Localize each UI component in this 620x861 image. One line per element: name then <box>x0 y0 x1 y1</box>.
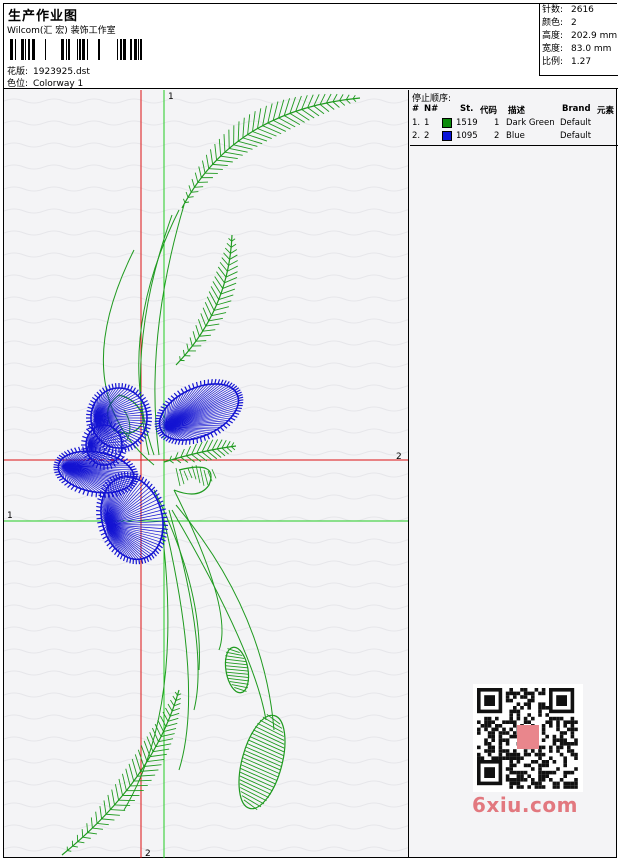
guide-label-h1: 1 <box>7 511 13 521</box>
qr-code <box>473 684 583 792</box>
col-stitches: St. <box>460 104 474 114</box>
col-element: 元素 <box>597 106 615 116</box>
col-brand: Brand <box>562 104 591 114</box>
guide-label-v2: 2 <box>145 849 151 858</box>
embroidery-design-view[interactable]: 1 1 2 2 <box>4 90 409 858</box>
sheet-header: 生产作业图 Wilcom(汇 宏) 装饰工作室 花版: 1923925.dst 色… <box>4 4 618 89</box>
colorway-name: Colorway 1 <box>33 79 84 89</box>
watermark-logo: 6xiu.com <box>472 793 578 817</box>
stop-row[interactable]: 2. 2 1095 2 Blue Default <box>410 131 618 144</box>
production-sheet: 生产作业图 Wilcom(汇 宏) 装饰工作室 花版: 1923925.dst 色… <box>3 3 618 858</box>
col-description: 描述 <box>508 106 526 116</box>
stat-width: 宽度: 83.0 mm <box>542 44 612 54</box>
guide-label-v1: 1 <box>168 92 174 102</box>
stat-colors: 颜色: 2 <box>542 18 577 28</box>
guide-label-h2: 2 <box>396 452 402 462</box>
design-stats: 针数: 2616 颜色: 2 高度: 202.9 mm 宽度: 83.0 mm 比例: 1… <box>539 4 618 76</box>
company-name: Wilcom(汇 宏) 装饰工作室 <box>7 26 116 36</box>
thread-color-swatch <box>442 131 452 141</box>
table-divider <box>410 145 618 146</box>
stop-sequence-title: 停止顺序: <box>412 94 452 104</box>
stop-row[interactable]: 1. 1 1519 1 Dark Green Default <box>410 118 618 131</box>
stat-height: 高度: 202.9 mm <box>542 31 618 41</box>
colorway-label: 色位: <box>7 79 29 89</box>
col-num: # <box>412 104 420 114</box>
stop-sequence-header: # N# St. 代码 描述 Brand 元素 <box>410 104 618 117</box>
stat-stitches: 针数: 2616 <box>542 5 594 15</box>
thread-color-swatch <box>442 118 452 128</box>
embroidery-canvas: 1 1 2 2 <box>4 90 408 858</box>
stop-sequence-panel: 停止顺序: # N# St. 代码 描述 Brand 元素 1. 1 1519 … <box>410 90 618 858</box>
stat-scale: 比例: 1.27 <box>542 57 592 67</box>
page-title: 生产作业图 <box>8 9 79 24</box>
barcode <box>10 39 142 60</box>
col-n: N# <box>424 104 439 114</box>
col-code: 代码 <box>480 106 498 116</box>
colorway-row: 色位: Colorway 1 <box>7 76 83 89</box>
